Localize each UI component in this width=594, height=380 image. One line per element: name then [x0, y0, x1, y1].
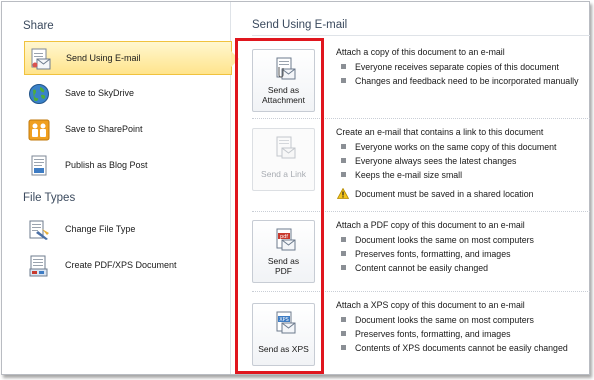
bullet-icon [341, 251, 346, 256]
nav-label-save-to-sharepoint: Save to SharePoint [65, 124, 143, 134]
list-item: Preserves fonts, formatting, and images [336, 327, 590, 341]
bullet-icon [341, 78, 346, 83]
list-item: Preserves fonts, formatting, and images [336, 247, 590, 261]
list-item: Document looks the same on most computer… [336, 233, 590, 247]
nav-label-create-pdf-xps: Create PDF/XPS Document [65, 260, 177, 270]
bullet-icon [341, 144, 346, 149]
attachment-description: Attach a copy of this document to an e-m… [336, 47, 590, 88]
list-item: Everyone always sees the latest changes [336, 154, 590, 168]
list-item: Everyone works on the same copy of this … [336, 140, 590, 154]
file-types-heading: File Types [23, 192, 76, 204]
bullet-icon [341, 331, 346, 336]
title-divider [252, 35, 590, 36]
nav-create-pdf-xps[interactable]: Create PDF/XPS Document [24, 249, 230, 283]
backstage-share-panel: Share Send Using E-mail Save to SkyDrive… [1, 1, 590, 375]
bullet-icon [341, 172, 346, 177]
list-item: Contents of XPS documents cannot be easi… [336, 341, 590, 355]
email-icon [29, 48, 51, 70]
nav-label-save-to-skydrive: Save to SkyDrive [65, 88, 135, 98]
sharepoint-icon [28, 119, 50, 141]
bullet-icon [341, 158, 346, 163]
nav-change-file-type[interactable]: Change File Type [24, 213, 230, 247]
attachment-heading: Attach a copy of this document to an e-m… [336, 47, 505, 57]
nav-label-change-file-type: Change File Type [65, 224, 136, 234]
nav-send-using-email[interactable]: Send Using E-mail [24, 41, 239, 75]
globe-icon [28, 83, 50, 105]
list-item: Changes and feedback need to be incorpor… [336, 74, 590, 88]
nav-label-publish-as-blog-post: Publish as Blog Post [65, 160, 148, 170]
bullet-icon [341, 317, 346, 322]
share-heading: Share [23, 20, 54, 32]
xps-description: Attach a XPS copy of this document to an… [336, 300, 590, 355]
bullet-icon [341, 237, 346, 242]
left-nav-pane: Share Send Using E-mail Save to SkyDrive… [2, 2, 239, 374]
pdf-heading: Attach a PDF copy of this document to an… [336, 220, 525, 230]
pane-title: Send Using E-mail [252, 19, 348, 31]
highlight-box [235, 38, 324, 374]
bullet-icon [341, 64, 346, 69]
nav-save-to-sharepoint[interactable]: Save to SharePoint [24, 113, 230, 147]
list-item: Keeps the e-mail size small [336, 168, 590, 182]
bullet-icon [341, 345, 346, 350]
list-item: Everyone receives separate copies of thi… [336, 60, 590, 74]
nav-save-to-skydrive[interactable]: Save to SkyDrive [24, 77, 230, 111]
link-heading: Create an e-mail that contains a link to… [336, 127, 544, 137]
xps-heading: Attach a XPS copy of this document to an… [336, 300, 525, 310]
pdf-description: Attach a PDF copy of this document to an… [336, 220, 590, 275]
shared-location-warning: Document must be saved in a shared locat… [336, 187, 590, 201]
list-item: Document looks the same on most computer… [336, 313, 590, 327]
nav-label-send-using-email: Send Using E-mail [66, 53, 141, 63]
warning-icon [336, 187, 350, 203]
bullet-icon [341, 265, 346, 270]
list-item: Content cannot be easily changed [336, 261, 590, 275]
change-file-type-icon [28, 219, 50, 241]
link-description: Create an e-mail that contains a link to… [336, 127, 590, 201]
blog-icon [28, 155, 50, 177]
nav-publish-as-blog-post[interactable]: Publish as Blog Post [24, 149, 230, 183]
pdf-xps-icon [28, 255, 50, 277]
